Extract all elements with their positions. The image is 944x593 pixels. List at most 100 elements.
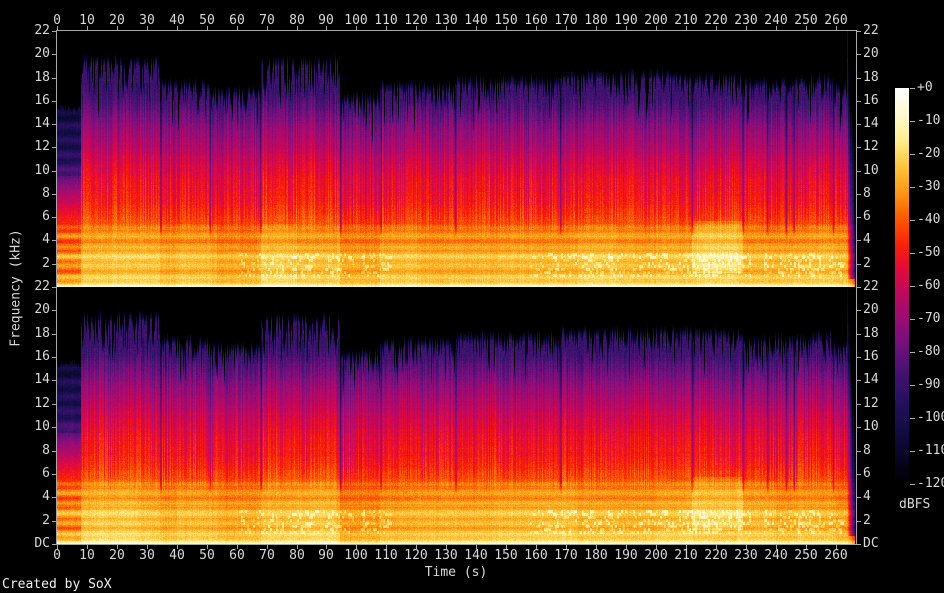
time-tick-label: 110 [374, 13, 398, 28]
colorbar-tick-label: -40 [917, 212, 941, 227]
colorbar-tick [910, 352, 915, 353]
freq-tick-label: DC [34, 536, 50, 551]
freq-tick-label: 10 [863, 163, 879, 178]
colorbar-tick [910, 121, 915, 122]
freq-tick-label: 8 [863, 186, 871, 201]
freq-tick [52, 287, 56, 288]
freq-axis-left-line [56, 30, 57, 545]
freq-tick [52, 497, 56, 498]
freq-tick-label: 22 [863, 23, 879, 38]
freq-tick-label: 4 [863, 489, 871, 504]
freq-tick-label: 14 [34, 116, 50, 131]
freq-tick-label: 12 [863, 139, 879, 154]
colorbar-tick [910, 154, 915, 155]
freq-tick-label: 6 [863, 466, 871, 481]
time-tick-label: 0 [53, 548, 61, 563]
freq-tick [857, 404, 861, 405]
freq-tick [52, 474, 56, 475]
freq-tick [857, 54, 861, 55]
credit-text: Created by SoX [2, 577, 112, 592]
freq-tick [52, 217, 56, 218]
freq-tick [857, 474, 861, 475]
freq-tick [52, 357, 56, 358]
colorbar-tick [910, 187, 915, 188]
freq-tick-label: 6 [42, 466, 50, 481]
time-tick-label: 190 [614, 548, 638, 563]
colorbar-tick-label: -30 [917, 179, 941, 194]
freq-tick-label: 14 [863, 372, 879, 387]
freq-tick [857, 544, 861, 545]
time-tick-label: 190 [614, 13, 638, 28]
time-tick-label: 130 [434, 548, 458, 563]
freq-tick-label: 22 [34, 23, 50, 38]
time-tick-label: 250 [794, 13, 818, 28]
freq-tick [52, 147, 56, 148]
freq-tick [857, 194, 861, 195]
colorbar-tick-label: +0 [917, 80, 933, 95]
colorbar-tick [910, 319, 915, 320]
colorbar-tick [910, 253, 915, 254]
freq-tick [857, 264, 861, 265]
time-tick-label: 150 [494, 13, 518, 28]
freq-tick [857, 240, 861, 241]
time-tick-label: 130 [434, 13, 458, 28]
time-tick-label: 260 [824, 548, 848, 563]
colorbar-tick-label: -90 [917, 377, 941, 392]
freq-tick [857, 357, 861, 358]
time-tick-label: 210 [674, 13, 698, 28]
freq-tick [52, 521, 56, 522]
time-tick-label: 260 [824, 13, 848, 28]
time-tick-label: 50 [199, 548, 215, 563]
time-tick-label: 20 [109, 13, 125, 28]
freq-tick-label: 6 [863, 209, 871, 224]
freq-tick [857, 217, 861, 218]
freq-tick [857, 497, 861, 498]
freq-tick [857, 334, 861, 335]
x-axis-title: Time (s) [424, 565, 488, 580]
freq-tick-label: 2 [863, 256, 871, 271]
freq-tick-label: 2 [42, 513, 50, 528]
colorbar-tick-label: -20 [917, 146, 941, 161]
freq-tick-label: 14 [863, 116, 879, 131]
colorbar-tick-label: -80 [917, 344, 941, 359]
time-tick-label: 230 [734, 13, 758, 28]
freq-tick-label: 6 [42, 209, 50, 224]
freq-tick [857, 31, 861, 32]
time-tick-label: 140 [464, 13, 488, 28]
freq-tick-label: 10 [34, 163, 50, 178]
time-tick-label: 60 [229, 13, 245, 28]
freq-tick-label: 20 [34, 46, 50, 61]
time-tick-label: 50 [199, 13, 215, 28]
time-tick-label: 160 [524, 13, 548, 28]
freq-tick [52, 264, 56, 265]
time-tick-label: 20 [109, 548, 125, 563]
colorbar-tick [910, 385, 915, 386]
time-tick-label: 120 [404, 13, 428, 28]
freq-tick [857, 171, 861, 172]
time-tick-label: 220 [704, 13, 728, 28]
freq-tick [52, 380, 56, 381]
time-tick-label: 40 [169, 548, 185, 563]
freq-tick-label: 18 [863, 70, 879, 85]
time-tick-label: 240 [764, 13, 788, 28]
time-tick-label: 200 [644, 13, 668, 28]
colorbar-tick [910, 88, 915, 89]
freq-tick [52, 334, 56, 335]
freq-tick [52, 124, 56, 125]
colorbar-tick-label: -50 [917, 245, 941, 260]
time-tick-label: 240 [764, 548, 788, 563]
time-tick-label: 180 [584, 548, 608, 563]
colorbar-tick [910, 484, 915, 485]
colorbar-tick-label: -70 [917, 311, 941, 326]
freq-tick [52, 451, 56, 452]
time-tick-label: 40 [169, 13, 185, 28]
spectrogram-channel-left [57, 31, 855, 287]
freq-tick-label: 20 [863, 302, 879, 317]
freq-tick [52, 54, 56, 55]
colorbar-gradient [895, 88, 909, 484]
freq-tick [52, 194, 56, 195]
freq-tick-label: 18 [863, 326, 879, 341]
freq-tick-label: 4 [863, 232, 871, 247]
time-tick-label: 70 [259, 13, 275, 28]
time-tick-label: 10 [79, 13, 95, 28]
